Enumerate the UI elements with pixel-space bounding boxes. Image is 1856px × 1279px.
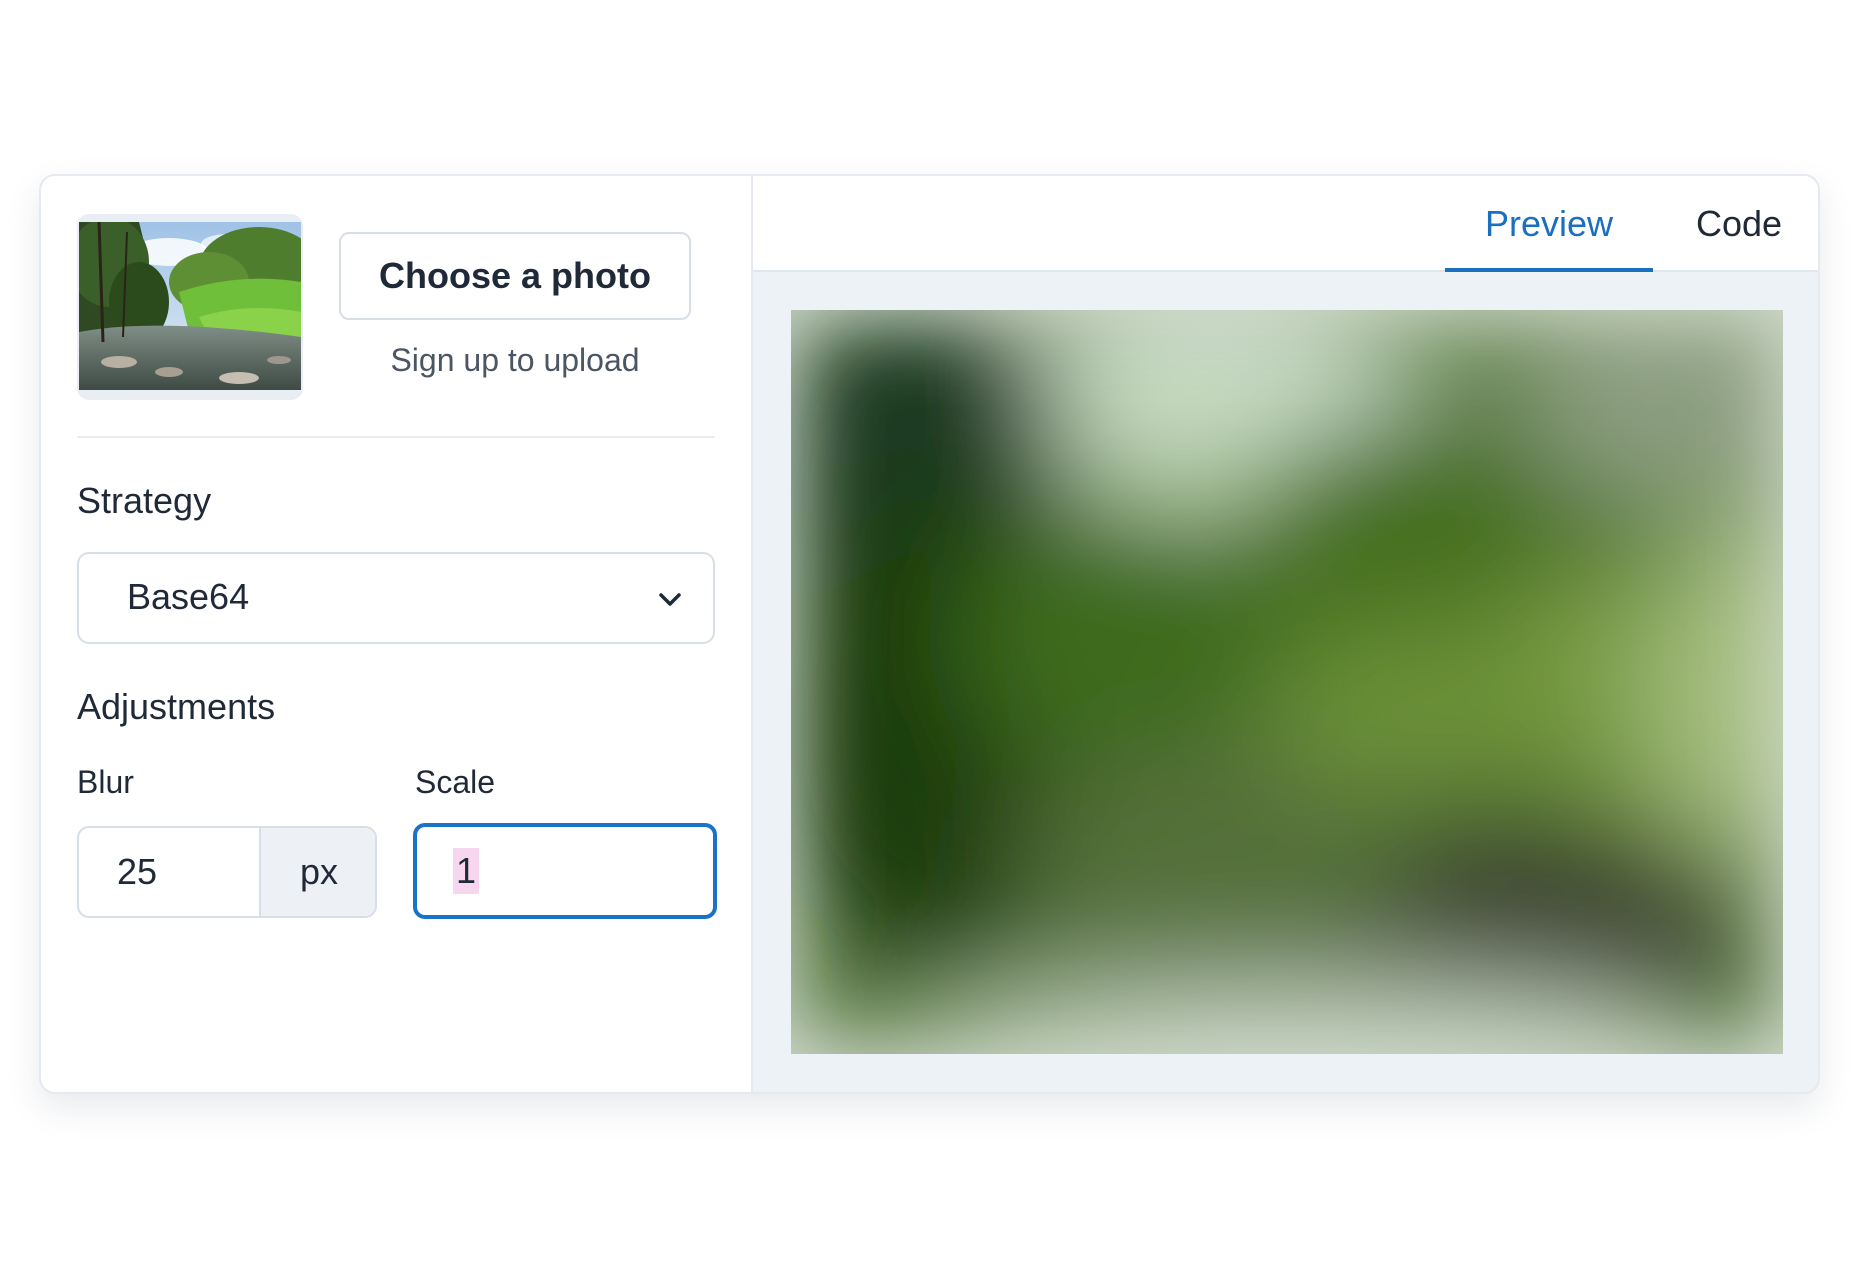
settings-panel: Choose a photo Sign up to upload Strateg…	[41, 176, 753, 1092]
strategy-select[interactable]: Base64	[77, 552, 715, 644]
landscape-photo-icon	[79, 222, 301, 390]
scale-value-selected: 1	[453, 848, 480, 894]
choose-photo-button[interactable]: Choose a photo	[339, 232, 691, 320]
blur-field: 25 px	[77, 826, 377, 918]
strategy-heading: Strategy	[77, 480, 212, 521]
sign-up-to-upload-link[interactable]: Sign up to upload	[339, 342, 691, 379]
blur-tool-card: Choose a photo Sign up to upload Strateg…	[39, 174, 1820, 1094]
chevron-down-icon	[659, 593, 681, 606]
blur-input[interactable]: 25	[79, 828, 259, 916]
scale-input[interactable]: 1	[413, 823, 717, 919]
divider	[77, 436, 715, 438]
tab-code[interactable]: Code	[1659, 176, 1818, 272]
strategy-selected-value: Base64	[127, 576, 250, 617]
adjustments-heading: Adjustments	[77, 686, 276, 727]
blur-label: Blur	[77, 764, 134, 800]
blurred-image	[791, 310, 1783, 1054]
blurred-preview-image	[791, 310, 1783, 1054]
tab-preview[interactable]: Preview	[1445, 176, 1653, 272]
output-tabs: Preview Code	[753, 176, 1818, 272]
blur-unit-addon: px	[259, 828, 375, 916]
photo-thumbnail	[77, 214, 303, 400]
scale-label: Scale	[415, 764, 496, 800]
output-panel: Preview Code	[753, 176, 1818, 1092]
